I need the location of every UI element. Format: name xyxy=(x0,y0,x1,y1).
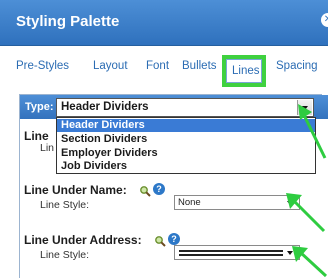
tab-font[interactable]: Font xyxy=(146,60,169,72)
line-under-name-style-label: Line Style: xyxy=(40,199,90,211)
help-icon[interactable]: ? xyxy=(153,183,165,195)
magnifier-icon[interactable] xyxy=(139,184,151,197)
tab-lines-label: Lines xyxy=(232,65,260,77)
line-under-name-style-value: None xyxy=(178,197,201,208)
magnifier-icon[interactable] xyxy=(154,234,166,247)
tab-lines[interactable]: Lines xyxy=(226,59,262,83)
line-under-address-style-select[interactable] xyxy=(174,245,300,260)
option-header-dividers[interactable]: Header Dividers xyxy=(57,119,315,132)
option-job-dividers[interactable]: Job Dividers xyxy=(57,160,315,173)
close-icon[interactable]: ✕ xyxy=(321,13,328,27)
type-dropdown-list: Header Dividers Section Dividers Employe… xyxy=(56,117,316,174)
double-line-preview-top xyxy=(179,250,283,252)
palette-header: Styling Palette ✕ xyxy=(0,0,328,46)
green-arrow xyxy=(292,246,328,278)
tab-layout[interactable]: Layout xyxy=(93,60,128,72)
help-icon[interactable]: ? xyxy=(168,233,180,245)
type-label: Type: xyxy=(25,101,54,113)
line-section-label: Line xyxy=(24,129,49,143)
option-section-dividers[interactable]: Section Dividers xyxy=(57,133,315,146)
line-under-address-label: Line Under Address: xyxy=(24,233,142,247)
type-select[interactable]: Header Dividers xyxy=(56,98,314,117)
tab-bullets[interactable]: Bullets xyxy=(182,60,217,72)
line-under-name-style-select[interactable]: None xyxy=(174,195,300,210)
green-arrow xyxy=(286,193,326,233)
tab-bar: Pre-Styles Layout Font Bullets Spacing xyxy=(0,46,328,88)
line-under-name-label: Line Under Name: xyxy=(24,183,127,197)
option-employer-dividers[interactable]: Employer Dividers xyxy=(57,147,315,160)
green-arrow xyxy=(298,104,327,159)
line-style-label: Lin xyxy=(40,142,55,154)
line-under-address-style-label: Line Style: xyxy=(40,249,90,261)
palette-title: Styling Palette xyxy=(16,13,120,30)
tab-spacing[interactable]: Spacing xyxy=(276,60,318,72)
double-line-preview-bottom xyxy=(179,254,283,256)
tab-pre-styles[interactable]: Pre-Styles xyxy=(16,60,69,72)
type-select-value: Header Dividers xyxy=(61,101,149,113)
